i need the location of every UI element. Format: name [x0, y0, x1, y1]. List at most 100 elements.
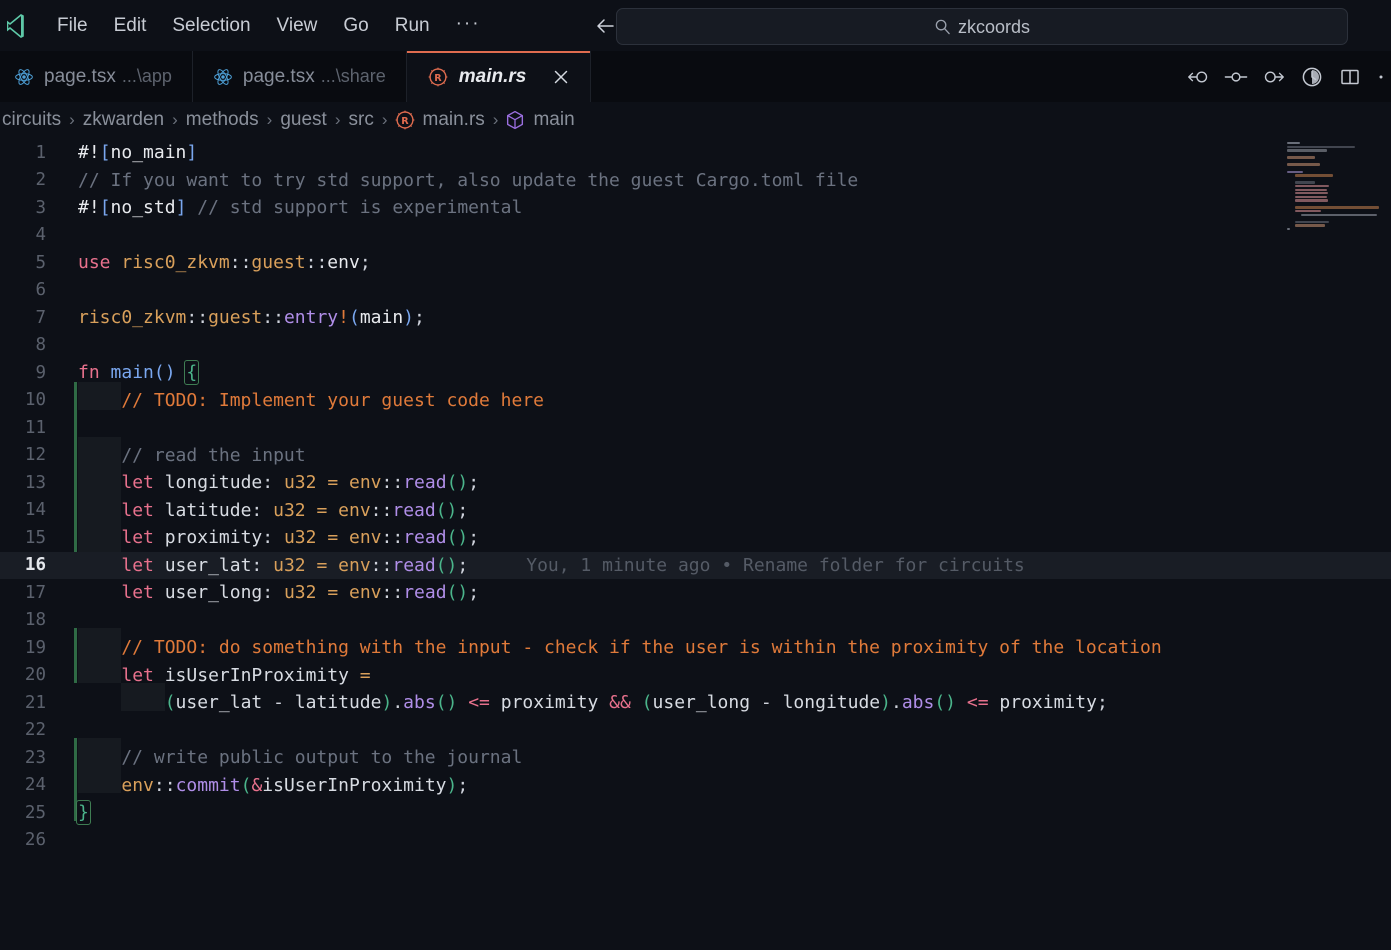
minimap[interactable]	[1283, 139, 1387, 231]
git-blame-annotation[interactable]: You, 1 minute ago • Rename folder for ci…	[468, 555, 1025, 576]
menu-edit[interactable]: Edit	[101, 12, 160, 39]
code-text: (user_lat - latitude).abs() <= proximity…	[164, 692, 1108, 714]
code-line[interactable]: 24 env::commit(&isUserInProximity);	[0, 772, 1391, 800]
code-line[interactable]: 23 // write public output to the journal	[0, 744, 1391, 772]
code-line[interactable]: 13 let longitude: u32 = env::read();	[0, 469, 1391, 497]
menu-view[interactable]: View	[264, 12, 331, 39]
line-number: 26	[24, 830, 46, 851]
git-branch-back-icon[interactable]	[1185, 64, 1211, 90]
breadcrumb-item-methods[interactable]: methods	[184, 109, 261, 131]
line-number: 1	[35, 142, 46, 163]
tab-main-rs[interactable]: R main.rs	[406, 51, 592, 102]
code-line[interactable]: 10 // TODO: Implement your guest code he…	[0, 387, 1391, 415]
code-line[interactable]: 22	[0, 717, 1391, 745]
menu-selection[interactable]: Selection	[159, 12, 263, 39]
symbol-function-cube-icon	[504, 109, 526, 131]
code-line[interactable]: 7 risc0_zkvm::guest::entry!(main);	[0, 304, 1391, 332]
code-line[interactable]: 15 let proximity: u32 = env::read();	[0, 524, 1391, 552]
code-line[interactable]: 3 #![no_std] // std support is experimen…	[0, 194, 1391, 222]
more-actions-icon[interactable]	[1375, 64, 1387, 90]
code-line-active[interactable]: 16 let user_lat: u32 = env::read(); You, …	[0, 551, 1391, 579]
code-text: let longitude: u32 = env::read();	[121, 472, 480, 494]
line-number: 21	[24, 692, 46, 713]
code-line[interactable]: 18	[0, 607, 1391, 635]
code-text: }	[76, 800, 91, 826]
menu-go[interactable]: Go	[330, 12, 381, 39]
timeline-clock-icon[interactable]	[1299, 64, 1325, 90]
breadcrumb-item-circuits[interactable]: circuits	[0, 109, 63, 131]
code-line[interactable]: 1 #![no_main]	[0, 139, 1391, 167]
code-line[interactable]: 26	[0, 827, 1391, 855]
code-text: let user_lat: u32 = env::read(); You, 1 m…	[121, 554, 1025, 576]
breadcrumb-item-guest[interactable]: guest	[278, 109, 328, 131]
code-line[interactable]: 11	[0, 414, 1391, 442]
code-text: risc0_zkvm::guest::entry!(main);	[78, 307, 425, 329]
code-editor[interactable]: 1 #![no_main] 2 // If you want to try st…	[0, 137, 1391, 950]
line-number: 13	[24, 472, 46, 493]
code-text: let user_long: u32 = env::read();	[121, 582, 480, 604]
breadcrumb-separator: ›	[381, 109, 388, 129]
line-number: 22	[24, 720, 46, 741]
line-number: 20	[24, 665, 46, 686]
line-number: 17	[24, 582, 46, 603]
line-number: 16	[24, 555, 46, 576]
editor-action-bar	[1185, 51, 1391, 102]
line-number: 7	[35, 307, 46, 328]
code-text: #![no_std] // std support is experimenta…	[78, 197, 523, 219]
title-bar: File Edit Selection View Go Run ··· zkco…	[0, 0, 1391, 51]
vscode-logo-icon[interactable]	[2, 13, 36, 39]
breadcrumb-item-src[interactable]: src	[347, 109, 376, 131]
line-number: 12	[24, 445, 46, 466]
tab-path: ...\share	[320, 66, 386, 86]
code-line[interactable]: 12 // read the input	[0, 442, 1391, 470]
code-line[interactable]: 4	[0, 222, 1391, 250]
tab-path: ...\app	[121, 66, 172, 86]
code-line[interactable]: 5 use risc0_zkvm::guest::env;	[0, 249, 1391, 277]
svg-text:R: R	[434, 73, 442, 84]
code-line[interactable]: 21 (user_lat - latitude).abs() <= proxim…	[0, 689, 1391, 717]
git-commit-icon[interactable]	[1223, 64, 1249, 90]
tab-page-tsx-app[interactable]: page.tsx ...\app	[0, 51, 193, 102]
breadcrumb: circuits › zkwarden › methods › guest › …	[0, 102, 1391, 137]
code-line[interactable]: 17 let user_long: u32 = env::read();	[0, 579, 1391, 607]
git-branch-forward-icon[interactable]	[1261, 64, 1287, 90]
line-number: 23	[24, 747, 46, 768]
menu-run[interactable]: Run	[382, 12, 443, 39]
code-line[interactable]: 14 let latitude: u32 = env::read();	[0, 497, 1391, 525]
breadcrumb-item-main[interactable]: main	[531, 109, 576, 131]
code-line[interactable]: 25 }	[0, 799, 1391, 827]
close-icon[interactable]	[552, 68, 570, 86]
code-text: fn main() {	[78, 360, 200, 386]
code-line[interactable]: 19 // TODO: do something with the input …	[0, 634, 1391, 662]
code-text: let latitude: u32 = env::read();	[121, 499, 469, 521]
code-line[interactable]: 9 fn main() {	[0, 359, 1391, 387]
breadcrumb-separator: ›	[266, 109, 273, 129]
tab-label: page.tsx	[242, 65, 315, 87]
search-input[interactable]: zkcoords	[616, 8, 1348, 45]
code-text: use risc0_zkvm::guest::env;	[78, 252, 371, 274]
code-text: let isUserInProximity =	[121, 664, 371, 686]
react-icon	[14, 67, 34, 87]
tab-label: page.tsx	[44, 65, 116, 87]
menu-file[interactable]: File	[44, 12, 101, 39]
code-line[interactable]: 8	[0, 332, 1391, 360]
code-line[interactable]: 6	[0, 277, 1391, 305]
code-text: #![no_main]	[78, 142, 198, 164]
line-number: 11	[24, 417, 46, 438]
line-number: 18	[24, 610, 46, 631]
split-editor-icon[interactable]	[1337, 64, 1363, 90]
line-number: 24	[24, 775, 46, 796]
code-text: // If you want to try std support, also …	[78, 169, 859, 191]
menu-bar: File Edit Selection View Go Run ···	[44, 12, 494, 39]
line-number: 8	[35, 335, 46, 356]
code-line[interactable]: 2 // If you want to try std support, als…	[0, 167, 1391, 195]
breadcrumb-item-zkwarden[interactable]: zkwarden	[81, 109, 166, 131]
breadcrumb-item-main-rs[interactable]: main.rs	[421, 109, 487, 131]
code-text: env::commit(&isUserInProximity);	[121, 774, 469, 796]
menu-more[interactable]: ···	[443, 14, 494, 37]
arrow-left-icon[interactable]	[592, 13, 618, 39]
tab-page-tsx-share[interactable]: page.tsx ...\share	[192, 51, 407, 102]
code-line[interactable]: 20 let isUserInProximity =	[0, 662, 1391, 690]
search-value: zkcoords	[957, 16, 1031, 37]
breadcrumb-separator: ›	[172, 109, 178, 129]
